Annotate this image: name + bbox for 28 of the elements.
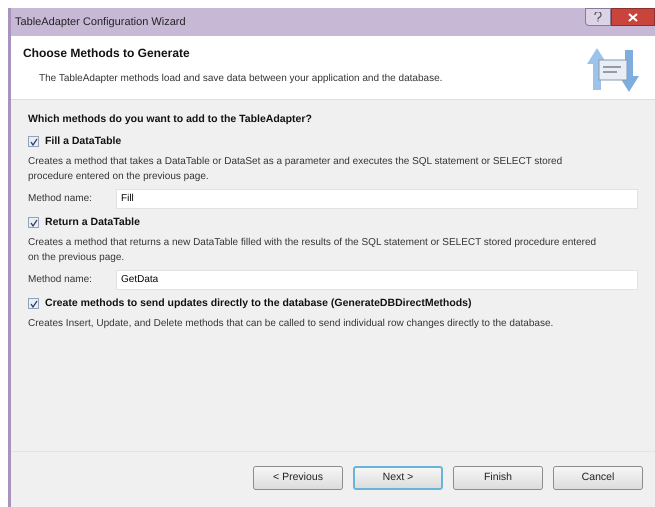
method-name-label: Method name: — [28, 192, 93, 206]
method-name-field[interactable]: Fill — [116, 188, 638, 209]
option-checkbox[interactable]: Return a DataTable — [28, 214, 638, 232]
option-description: Creates a method that returns a new DataTable filled with the results of the SQL statement or SELECT stored procedure entered on the previous page. — [28, 236, 598, 265]
close-button[interactable] — [611, 8, 655, 26]
check-icon — [30, 218, 38, 227]
method-name-label: Method name: — [28, 273, 93, 288]
window-title: TableAdapter Configuration Wizard — [15, 14, 186, 30]
help-icon — [594, 12, 602, 22]
option-checkbox[interactable]: Fill a DataTable — [28, 132, 638, 151]
wizard-button[interactable]: Next > — [353, 466, 443, 490]
option-description: Creates a method that takes a DataTable or DataSet as a parameter and executes the SQL statement or SELECT stored procedure entered on the previous page. — [28, 154, 564, 184]
check-icon — [30, 138, 38, 146]
checkbox[interactable] — [28, 217, 39, 228]
question-label: Which methods do you want to add to the TableAdapter? — [28, 112, 313, 127]
option-checkbox[interactable]: Create methods to send updates directly to the database (GenerateDBDirectMethods) — [28, 294, 638, 313]
wizard-button[interactable]: < Previous — [253, 466, 343, 490]
page-subtitle: The TableAdapter methods load and save data between your application and the database. — [38, 72, 442, 86]
wizard-button[interactable]: Finish — [453, 466, 543, 490]
check-icon — [30, 300, 38, 308]
close-icon — [628, 12, 638, 22]
wizard-button[interactable]: Cancel — [553, 466, 643, 490]
option-description: Creates Insert, Update, and Delete methods that can be called to send individual row changes directly to the database. — [28, 316, 554, 331]
page-title: Choose Methods to Generate — [23, 45, 191, 62]
method-name-field[interactable]: GetData — [116, 270, 638, 290]
help-button[interactable] — [585, 8, 611, 26]
checkbox[interactable] — [28, 298, 39, 310]
checkbox[interactable] — [28, 136, 39, 148]
